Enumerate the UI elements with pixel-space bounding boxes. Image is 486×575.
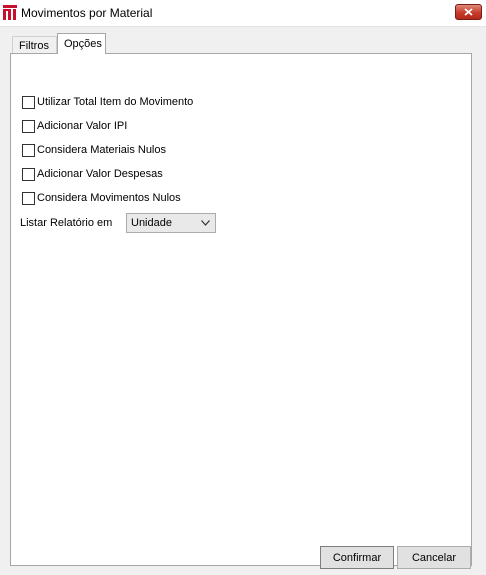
option-considera-materiais-nulos[interactable]: Considera Materiais Nulos <box>22 143 166 157</box>
checkbox[interactable] <box>22 167 35 181</box>
listar-relatorio-select[interactable]: Unidade <box>126 213 216 233</box>
app-logo-icon <box>3 5 17 20</box>
tab-label: Opções <box>64 38 102 50</box>
listar-relatorio-label: Listar Relatório em <box>20 217 113 229</box>
checkbox[interactable] <box>22 191 35 205</box>
options-panel: Utilizar Total Item do Movimento Adicion… <box>10 53 472 566</box>
option-adicionar-valor-ipi[interactable]: Adicionar Valor IPI <box>22 119 127 133</box>
close-icon <box>464 8 473 16</box>
checkbox-label: Considera Materiais Nulos <box>37 144 166 156</box>
confirm-button[interactable]: Confirmar <box>320 546 394 569</box>
checkbox[interactable] <box>22 119 35 133</box>
checkbox-label: Adicionar Valor Despesas <box>37 168 163 180</box>
tab-filtros[interactable]: Filtros <box>12 36 57 53</box>
tab-opcoes[interactable]: Opções <box>57 33 106 54</box>
title-bar: Movimentos por Material <box>0 0 486 27</box>
checkbox[interactable] <box>22 143 35 157</box>
option-adicionar-valor-despesas[interactable]: Adicionar Valor Despesas <box>22 167 163 181</box>
option-considera-movimentos-nulos[interactable]: Considera Movimentos Nulos <box>22 191 181 205</box>
tab-label: Filtros <box>19 40 49 52</box>
select-value: Unidade <box>131 217 172 229</box>
cancel-button[interactable]: Cancelar <box>397 546 471 569</box>
checkbox-label: Utilizar Total Item do Movimento <box>37 96 194 108</box>
option-utilizar-total-item[interactable]: Utilizar Total Item do Movimento <box>22 95 193 109</box>
chevron-down-icon <box>201 220 210 226</box>
confirm-button-label: Confirmar <box>332 551 382 564</box>
checkbox-label: Considera Movimentos Nulos <box>37 192 181 204</box>
checkbox[interactable] <box>22 95 35 109</box>
close-button[interactable] <box>455 4 482 20</box>
listar-relatorio-row: Listar Relatório em Unidade <box>20 213 216 233</box>
dialog-body: Filtros Opções Utilizar Total Item do Mo… <box>0 27 486 575</box>
window-title: Movimentos por Material <box>21 6 153 20</box>
cancel-button-label: Cancelar <box>411 551 457 564</box>
checkbox-label: Adicionar Valor IPI <box>37 120 128 132</box>
